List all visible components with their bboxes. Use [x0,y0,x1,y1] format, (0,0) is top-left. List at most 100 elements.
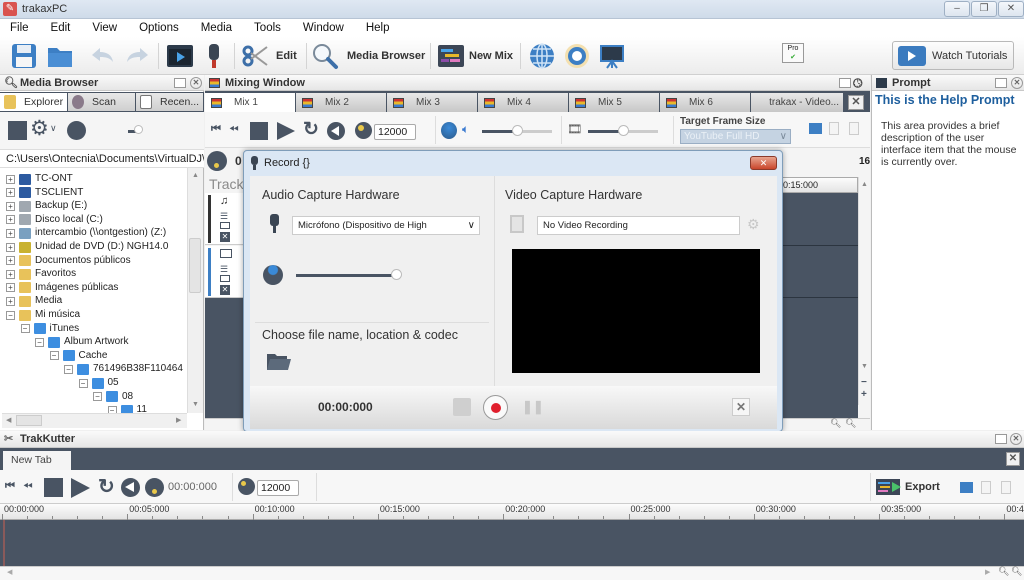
loop-icon[interactable]: ↻ [98,474,115,499]
undo-icon[interactable] [88,42,116,70]
play-icon[interactable] [71,478,90,498]
close-window-button[interactable]: ✕ [998,1,1024,17]
tree-item[interactable]: + Imágenes públicas [6,281,118,295]
tree-item[interactable]: − iTunes [20,322,79,336]
watch-tutorials-button[interactable]: Watch Tutorials [892,41,1014,70]
collapse-icon[interactable]: − [107,405,117,413]
maximize-panel-icon[interactable] [995,434,1007,444]
menu-edit[interactable]: Edit [51,19,71,37]
collapse-icon[interactable]: − [64,364,73,374]
stop-record-button[interactable] [453,398,471,416]
menu-help[interactable]: Help [366,19,390,37]
video-track-header[interactable]: ☰ ✕ [205,246,245,298]
close-tab-button[interactable]: ✕ [1006,452,1020,466]
expand-icon[interactable]: + [6,242,15,252]
menu-window[interactable]: Window [303,19,344,37]
video-track-lane[interactable] [780,246,858,298]
playhead[interactable] [3,520,5,566]
audio-gain-slider[interactable] [296,274,396,277]
target-frame-select[interactable]: YouTube Full HD ∨ [680,129,791,144]
scroll-thumb[interactable] [189,238,201,293]
pause-button[interactable]: ❚❚ [522,399,544,415]
record-circle-icon[interactable] [67,121,86,140]
microphone-icon[interactable] [200,42,228,70]
zoom-in-icon[interactable]: 🔍︎ [1011,566,1022,577]
close-dialog-button[interactable]: ✕ [750,156,777,170]
skip-to-start-icon[interactable]: ⏮ [5,480,15,493]
expand-icon[interactable]: + [6,269,15,279]
tree-item[interactable]: − 08 [93,390,133,404]
open-folder-icon[interactable] [46,42,74,70]
zoom-in-track-icon[interactable]: + [861,389,867,400]
menu-file[interactable]: File [10,19,29,37]
scissors-icon[interactable] [241,42,269,70]
scroll-thumb[interactable] [16,415,42,426]
audio-volume-slider-knob[interactable] [512,125,523,136]
tree-vertical-scrollbar[interactable]: ▲ ▼ [187,168,203,413]
expand-icon[interactable]: + [6,256,15,266]
audio-track-header[interactable]: ♫ ☰ ✕ [205,193,245,245]
trakkutter-track-area[interactable] [0,520,1024,566]
audio-track-lane[interactable] [780,193,858,246]
audio-gain-slider-knob[interactable] [391,269,402,280]
zoom-in-icon[interactable]: 🔍︎ [845,418,856,429]
magnifier-icon[interactable] [311,42,339,70]
edit-button-label[interactable]: Edit [276,50,297,62]
paste-icon[interactable] [1001,481,1011,494]
audio-volume-knob[interactable] [441,122,457,139]
chevron-down-icon[interactable]: ∨ [50,123,57,134]
collapse-icon[interactable]: − [49,351,59,361]
export-button[interactable]: Export [905,481,940,493]
tab-mix-2[interactable]: Mix 2 [296,93,386,112]
expand-icon[interactable]: + [6,228,15,238]
menu-view[interactable]: View [92,19,117,37]
history-clock-icon[interactable]: 🕓︎ [853,75,863,91]
gear-icon[interactable]: ⚙ [747,216,760,233]
media-browser-button-label[interactable]: Media Browser [347,50,425,62]
tab-scan[interactable]: Scan [68,93,135,111]
folder-icon[interactable] [960,482,973,493]
pro-badge[interactable]: Pro ✔ [782,43,804,63]
close-panel-icon[interactable]: ✕ [190,77,202,89]
copy-icon[interactable] [981,481,991,494]
tempo-input[interactable]: 12000 [257,480,299,496]
track-menu-icon[interactable]: ☰ [220,211,228,222]
speaker-mute-icon[interactable]: 🔈︎ [462,122,469,137]
tree-item[interactable]: − Cache [49,349,107,363]
menu-options[interactable]: Options [139,19,179,37]
tab-explorer[interactable]: Explorer [0,93,67,111]
stop-square-icon[interactable] [8,121,27,140]
loop-icon[interactable]: ↻ [303,118,319,141]
master-knob[interactable] [207,151,227,171]
new-mix-icon[interactable] [437,42,465,70]
stop-icon[interactable] [250,122,268,140]
collapse-icon[interactable]: − [35,337,44,347]
tree-item[interactable]: + Documentos públicos [6,254,131,268]
tab-new-tab[interactable]: New Tab [3,451,71,470]
help-lifebuoy-icon[interactable] [563,42,591,70]
tree-item[interactable]: − 761496B38F110464 [64,362,183,376]
tab-mix-5[interactable]: Mix 5 [569,93,659,112]
mix-vertical-scrollbar[interactable]: ▲ ▼ − + [858,177,870,405]
video-volume-slider-knob[interactable] [618,125,629,136]
paste-icon[interactable] [849,122,859,135]
redo-icon[interactable] [124,42,152,70]
tree-horizontal-scrollbar[interactable]: ◀ ▶ [2,413,187,428]
expand-icon[interactable]: + [6,296,15,306]
collapse-icon[interactable]: − [20,324,30,334]
maximize-panel-icon[interactable] [174,78,186,88]
zoom-out-icon[interactable]: 🔍︎ [830,418,841,429]
expand-icon[interactable]: + [6,188,15,198]
folder-icon[interactable] [809,123,822,134]
tree-item[interactable]: + Media [6,294,62,308]
expand-icon[interactable]: + [6,215,15,225]
tab-mix-6[interactable]: Mix 6 [660,93,750,112]
video-device-field[interactable]: No Video Recording [537,216,740,235]
cancel-record-button[interactable]: ✕ [732,398,750,416]
video-mute-icon[interactable]: 🎞︎ [567,122,582,136]
menu-media[interactable]: Media [201,19,232,37]
save-icon[interactable] [10,42,38,70]
presentation-board-icon[interactable] [598,42,626,70]
tab-mix-3[interactable]: Mix 3 [387,93,477,112]
tab-recent[interactable]: Recen... [136,93,203,111]
